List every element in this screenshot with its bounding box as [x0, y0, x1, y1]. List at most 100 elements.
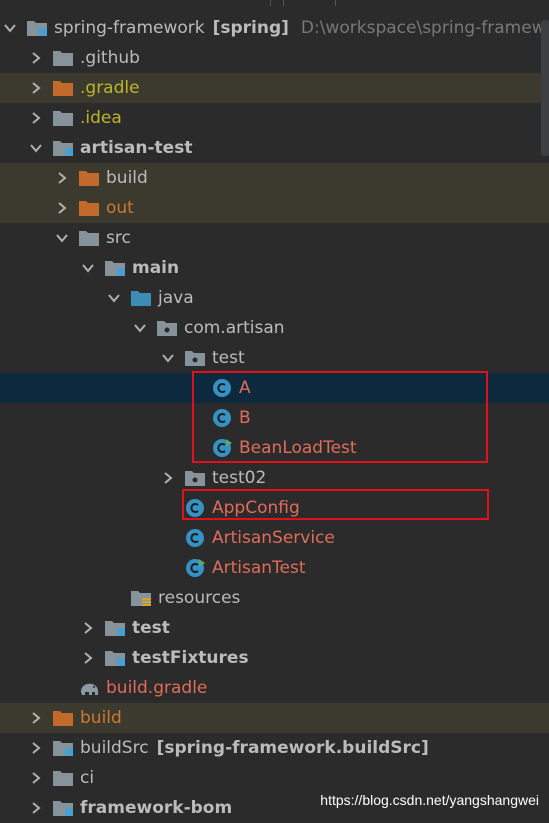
tree-label-out: out — [106, 198, 134, 218]
excluded-folder-icon — [52, 77, 74, 99]
excluded-folder-icon — [78, 197, 100, 219]
chevron-right-icon[interactable] — [26, 733, 46, 763]
tree-row-root-build[interactable]: build — [0, 703, 549, 733]
tree-label-ci: ci — [80, 768, 95, 788]
watermark: https://blog.csdn.net/yangshangwei — [320, 792, 539, 808]
tree-label-bean-load-test: BeanLoadTest — [239, 438, 357, 458]
tree-row-main[interactable]: main — [0, 253, 549, 283]
chevron-down-icon[interactable] — [78, 253, 98, 283]
package-icon — [184, 347, 206, 369]
chevron-down-icon[interactable] — [52, 223, 72, 253]
tree-label-src: src — [106, 228, 131, 248]
tree-label-artisan-test-class: ArtisanTest — [212, 558, 306, 578]
chevron-right-icon[interactable] — [26, 703, 46, 733]
folder-icon — [78, 227, 100, 249]
tree-row-build-gradle[interactable]: build.gradle — [0, 673, 549, 703]
project-path: D:\workspace\spring-framework — [300, 18, 549, 38]
tree-label-com-artisan: com.artisan — [184, 318, 285, 338]
toolbar-tick — [283, 0, 284, 6]
tree-label-build-src: buildSrc — [80, 738, 149, 758]
tree-row-out[interactable]: out — [0, 193, 549, 223]
chevron-right-icon[interactable] — [26, 43, 46, 73]
module-folder-icon — [26, 17, 48, 39]
chevron-down-icon[interactable] — [0, 13, 20, 43]
tree-label-github: .github — [80, 48, 140, 68]
tree-row-build[interactable]: build — [0, 163, 549, 193]
tree-label-root-build: build — [80, 708, 122, 728]
chevron-right-icon[interactable] — [78, 613, 98, 643]
tree-row-test-dir[interactable]: test — [0, 613, 549, 643]
module-folder-icon — [52, 137, 74, 159]
gradle-elephant-icon — [78, 677, 100, 699]
chevron-down-icon[interactable] — [26, 133, 46, 163]
chevron-right-icon[interactable] — [158, 463, 178, 493]
tree-row-class-b[interactable]: B — [0, 403, 549, 433]
tree-label-java: java — [158, 288, 194, 308]
runnable-class-icon — [184, 557, 206, 579]
chevron-right-icon[interactable] — [26, 103, 46, 133]
class-icon — [211, 377, 233, 399]
chevron-right-icon[interactable] — [26, 763, 46, 793]
toolbar-tick — [270, 0, 271, 6]
module-folder-icon — [104, 257, 126, 279]
tree-label-class-b: B — [239, 408, 251, 428]
excluded-folder-icon — [52, 707, 74, 729]
tree-label-test-package: test — [212, 348, 245, 368]
tree-label-resources: resources — [158, 588, 241, 608]
tree-label-app-config: AppConfig — [212, 498, 300, 518]
tree-row-bean-load-test[interactable]: BeanLoadTest — [0, 433, 549, 463]
tree-row-test-fixtures[interactable]: testFixtures — [0, 643, 549, 673]
tree-row-root[interactable]: spring-framework [spring] D:\workspace\s… — [0, 13, 549, 43]
chevron-down-icon[interactable] — [158, 343, 178, 373]
class-icon — [184, 527, 206, 549]
tree-row-app-config[interactable]: AppConfig — [0, 493, 549, 523]
runnable-class-icon — [211, 437, 233, 459]
chevron-right-icon[interactable] — [52, 163, 72, 193]
tree-row-gradle[interactable]: .gradle — [0, 73, 549, 103]
chevron-down-icon[interactable] — [104, 283, 124, 313]
class-icon — [211, 407, 233, 429]
tree-label-class-a: A — [239, 378, 251, 398]
source-folder-icon — [130, 287, 152, 309]
tree-label-idea: .idea — [80, 108, 122, 128]
chevron-right-icon[interactable] — [52, 193, 72, 223]
resources-folder-icon — [130, 587, 152, 609]
module-folder-icon — [104, 647, 126, 669]
folder-icon — [52, 767, 74, 789]
package-icon — [184, 467, 206, 489]
folder-icon — [52, 47, 74, 69]
class-icon — [184, 497, 206, 519]
tree-row-resources[interactable]: resources — [0, 583, 549, 613]
toolbar-tick — [335, 0, 336, 6]
tree-row-artisan-test[interactable]: artisan-test — [0, 133, 549, 163]
tree-row-test-package[interactable]: test — [0, 343, 549, 373]
tree-row-github[interactable]: .github — [0, 43, 549, 73]
tree-row-idea[interactable]: .idea — [0, 103, 549, 133]
chevron-down-icon[interactable] — [130, 313, 150, 343]
chevron-right-icon[interactable] — [78, 643, 98, 673]
module-name: [spring-framework.buildSrc] — [156, 738, 429, 758]
tree-row-test02[interactable]: test02 — [0, 463, 549, 493]
tree-label-build: build — [106, 168, 148, 188]
tree-label-gradle: .gradle — [80, 78, 140, 98]
tree-row-com-artisan[interactable]: com.artisan — [0, 313, 549, 343]
module-folder-icon — [52, 737, 74, 759]
tree-row-build-src[interactable]: buildSrc [spring-framework.buildSrc] — [0, 733, 549, 763]
vertical-scrollbar[interactable] — [541, 20, 549, 156]
tree-label-main: main — [132, 258, 180, 278]
tree-label-test-dir: test — [132, 618, 170, 638]
tree-row-artisan-service[interactable]: ArtisanService — [0, 523, 549, 553]
chevron-right-icon[interactable] — [26, 73, 46, 103]
package-icon — [156, 317, 178, 339]
chevron-right-icon[interactable] — [26, 793, 46, 823]
module-folder-icon — [52, 797, 74, 819]
tree-row-artisan-test-class[interactable]: ArtisanTest — [0, 553, 549, 583]
tree-label-test02: test02 — [212, 468, 267, 488]
tree-row-ci[interactable]: ci — [0, 763, 549, 793]
tree-label-root: spring-framework — [54, 18, 205, 38]
folder-icon — [52, 107, 74, 129]
tree-row-src[interactable]: src — [0, 223, 549, 253]
tree-row-class-a[interactable]: A — [0, 373, 549, 403]
tree-label-artisan-service: ArtisanService — [212, 528, 335, 548]
tree-row-java[interactable]: java — [0, 283, 549, 313]
